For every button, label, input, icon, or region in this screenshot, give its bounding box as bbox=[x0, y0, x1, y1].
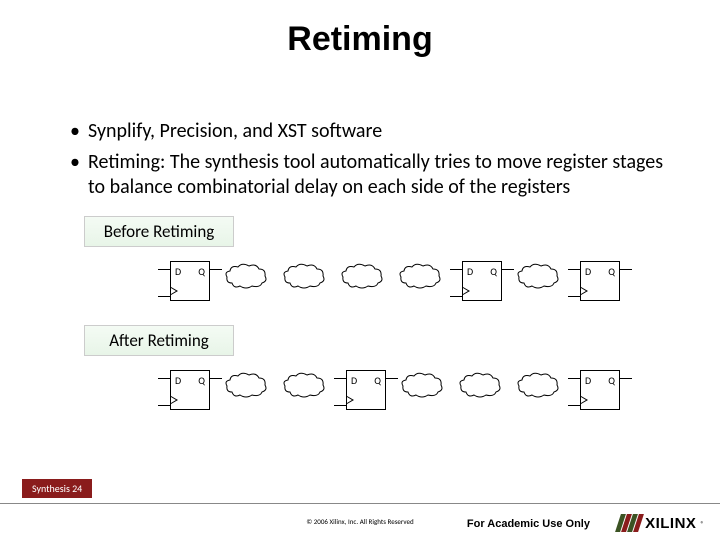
footer-section-badge: Synthesis 24 bbox=[22, 479, 92, 498]
combinational-cloud bbox=[282, 263, 326, 291]
clock-icon bbox=[171, 396, 180, 405]
ff-q-label: Q bbox=[608, 374, 615, 387]
wire bbox=[620, 269, 632, 270]
combinational-cloud bbox=[458, 372, 502, 400]
wire bbox=[158, 405, 170, 406]
flipflop: D Q bbox=[170, 370, 210, 410]
wire bbox=[568, 378, 580, 379]
clock-icon bbox=[463, 287, 472, 296]
wire bbox=[450, 269, 462, 270]
footer-academic: For Academic Use Only bbox=[467, 518, 590, 530]
wire bbox=[568, 269, 580, 270]
flipflop: D Q bbox=[346, 370, 386, 410]
combinational-cloud bbox=[224, 263, 268, 291]
flipflop: D Q bbox=[580, 370, 620, 410]
wire bbox=[158, 296, 170, 297]
before-label: Before Retiming bbox=[84, 216, 234, 247]
footer-divider bbox=[0, 503, 720, 504]
before-diagram: D Q D Q D bbox=[110, 255, 630, 315]
ff-d-label: D bbox=[351, 374, 357, 387]
clock-icon bbox=[171, 287, 180, 296]
ff-q-label: Q bbox=[198, 374, 205, 387]
slide-footer: Synthesis 24 © 2006 Xilinx, Inc. All Rig… bbox=[0, 484, 720, 540]
clock-icon bbox=[581, 287, 590, 296]
bullet-dot: • bbox=[70, 150, 88, 200]
ff-q-label: Q bbox=[198, 265, 205, 278]
ff-q-label: Q bbox=[374, 374, 381, 387]
ff-d-label: D bbox=[467, 265, 473, 278]
bullet-dot: • bbox=[70, 119, 88, 144]
ff-d-label: D bbox=[175, 374, 181, 387]
wire bbox=[568, 405, 580, 406]
slide-content: • Synplify, Precision, and XST software … bbox=[0, 59, 720, 424]
wire bbox=[502, 269, 514, 270]
flipflop: D Q bbox=[170, 261, 210, 301]
logo-icon bbox=[618, 514, 641, 532]
combinational-cloud bbox=[400, 372, 444, 400]
footer-copyright: © 2006 Xilinx, Inc. All Rights Reserved bbox=[0, 517, 720, 526]
combinational-cloud bbox=[516, 372, 560, 400]
after-label: After Retiming bbox=[84, 325, 234, 356]
wire bbox=[568, 296, 580, 297]
ff-d-label: D bbox=[585, 265, 591, 278]
wire bbox=[210, 378, 222, 379]
flipflop: D Q bbox=[580, 261, 620, 301]
bullet-text: Retiming: The synthesis tool automatical… bbox=[88, 150, 670, 200]
flipflop: D Q bbox=[462, 261, 502, 301]
wire bbox=[158, 269, 170, 270]
combinational-cloud bbox=[398, 263, 442, 291]
logo-text: XILINX bbox=[645, 515, 696, 532]
bullet-item: • Synplify, Precision, and XST software bbox=[70, 119, 670, 144]
slide-title: Retiming bbox=[0, 0, 720, 59]
combinational-cloud bbox=[516, 263, 560, 291]
ff-q-label: Q bbox=[490, 265, 497, 278]
wire bbox=[450, 296, 462, 297]
ff-d-label: D bbox=[585, 374, 591, 387]
bullet-item: • Retiming: The synthesis tool automatic… bbox=[70, 150, 670, 200]
ff-d-label: D bbox=[175, 265, 181, 278]
combinational-cloud bbox=[340, 263, 384, 291]
wire bbox=[334, 378, 346, 379]
combinational-cloud bbox=[282, 372, 326, 400]
clock-icon bbox=[581, 396, 590, 405]
ff-q-label: Q bbox=[608, 265, 615, 278]
wire bbox=[620, 378, 632, 379]
wire bbox=[210, 269, 222, 270]
wire bbox=[334, 405, 346, 406]
after-diagram: D Q D Q D bbox=[110, 364, 630, 424]
wire bbox=[386, 378, 398, 379]
combinational-cloud bbox=[224, 372, 268, 400]
wire bbox=[158, 378, 170, 379]
logo-registered: ® bbox=[700, 519, 704, 528]
clock-icon bbox=[347, 396, 356, 405]
xilinx-logo: XILINX ® bbox=[618, 514, 704, 532]
bullet-text: Synplify, Precision, and XST software bbox=[88, 119, 382, 144]
